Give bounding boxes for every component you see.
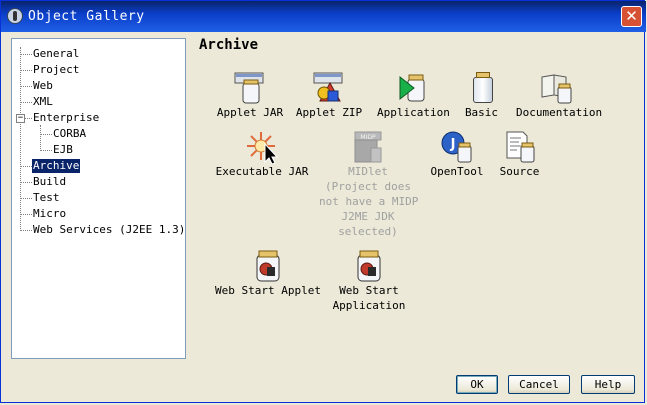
gallery-item-application[interactable]: Application [377,71,450,120]
gallery-item-web-start-applet[interactable]: Web Start Applet [215,249,321,298]
gallery-item-label: Application [377,106,450,119]
category-tree[interactable]: − General Project Web XML Enterprise COR… [11,38,186,359]
gallery-item-applet-zip[interactable]: Applet ZIP [294,71,364,120]
gallery-item-label: OpenTool [430,165,484,178]
midlet-icon: MIDP [351,130,385,164]
tree-connector [20,166,32,167]
tree-connector [20,198,32,199]
gallery-item-label: Basic [464,106,499,119]
tree-connector [20,214,32,215]
tree-item-enterprise[interactable]: Enterprise [33,111,99,125]
opentool-badge: J [450,137,456,152]
gallery-item-midlet: MIDP MIDlet (Project does not have a MID… [319,130,419,239]
help-button[interactable]: Help [581,375,635,394]
gallery-item-source[interactable]: Source [497,130,542,179]
tree-connector [20,54,32,55]
gallery-item-executable-jar[interactable]: Executable JAR [215,130,309,179]
tree-item-micro[interactable]: Micro [33,207,66,221]
app-icon [7,8,23,24]
tree-connector [25,118,32,119]
midlet-note-line: selected) [338,225,398,238]
gallery-item-label: Executable JAR [215,165,309,178]
gallery-item-label: Documentation [516,106,603,119]
applet-jar-icon [233,71,267,105]
tree-item-xml[interactable]: XML [33,95,53,109]
tree-connector [20,102,32,103]
gallery-item-web-start-application[interactable]: Web Start Application [331,249,407,313]
midlet-note-line: not have a MIDP [319,195,419,208]
tree-item-ejb[interactable]: EJB [53,143,73,157]
documentation-icon [540,71,574,105]
gallery-item-label: Applet JAR [216,106,284,119]
cancel-button[interactable]: Cancel [508,375,570,394]
gallery-item-label-line: Application [332,299,406,312]
opentool-icon: J [440,130,474,164]
gallery-item-label: Applet ZIP [295,106,363,119]
collapse-enterprise-icon[interactable]: − [16,114,25,123]
gallery-item-opentool[interactable]: J OpenTool [428,130,486,179]
tree-item-build[interactable]: Build [33,175,66,189]
gallery-item-documentation[interactable]: Documentation [516,71,603,120]
source-icon [503,130,537,164]
midlet-note-line: J2ME JDK [341,210,395,223]
web-start-applet-icon [251,249,285,283]
tree-item-project[interactable]: Project [33,63,79,77]
gallery-item-applet-jar[interactable]: Applet JAR [215,71,285,120]
tree-connector [40,125,41,151]
tree-connector [20,182,32,183]
tree-item-web-services[interactable]: Web Services (J2EE 1.3) [33,223,185,237]
tree-item-archive[interactable]: Archive [32,159,81,173]
tree-connector [20,47,21,231]
tree-connector [40,150,52,151]
close-button[interactable]: ✕ [621,6,642,27]
gallery-heading: Archive [199,37,259,53]
tree-connector [20,70,32,71]
gallery-item-label-line: Web Start [339,284,399,297]
ok-button[interactable]: OK [456,375,498,394]
window-title: Object Gallery [28,9,145,24]
gallery-item-basic[interactable]: Basic [459,71,504,120]
tree-item-corba[interactable]: CORBA [53,127,86,141]
executable-jar-icon [245,130,279,165]
tree-item-general[interactable]: General [33,47,79,61]
gallery-item-label: Web Start Applet [215,284,321,297]
title-bar[interactable]: Object Gallery ✕ [1,1,646,32]
gallery-item-label: MIDlet [348,165,388,178]
tree-connector [40,134,52,135]
applet-zip-icon [312,71,346,105]
tree-connector [20,230,32,231]
tree-connector [20,86,32,87]
application-icon [396,71,430,105]
basic-jar-icon [465,71,499,105]
tree-item-test[interactable]: Test [33,191,60,205]
web-start-application-icon [352,249,386,283]
tree-item-web[interactable]: Web [33,79,53,93]
midlet-note-line: (Project does [324,180,412,193]
object-gallery-dialog: Object Gallery ✕ − General Project Web X… [0,0,646,403]
gallery-item-label: Source [499,165,540,178]
